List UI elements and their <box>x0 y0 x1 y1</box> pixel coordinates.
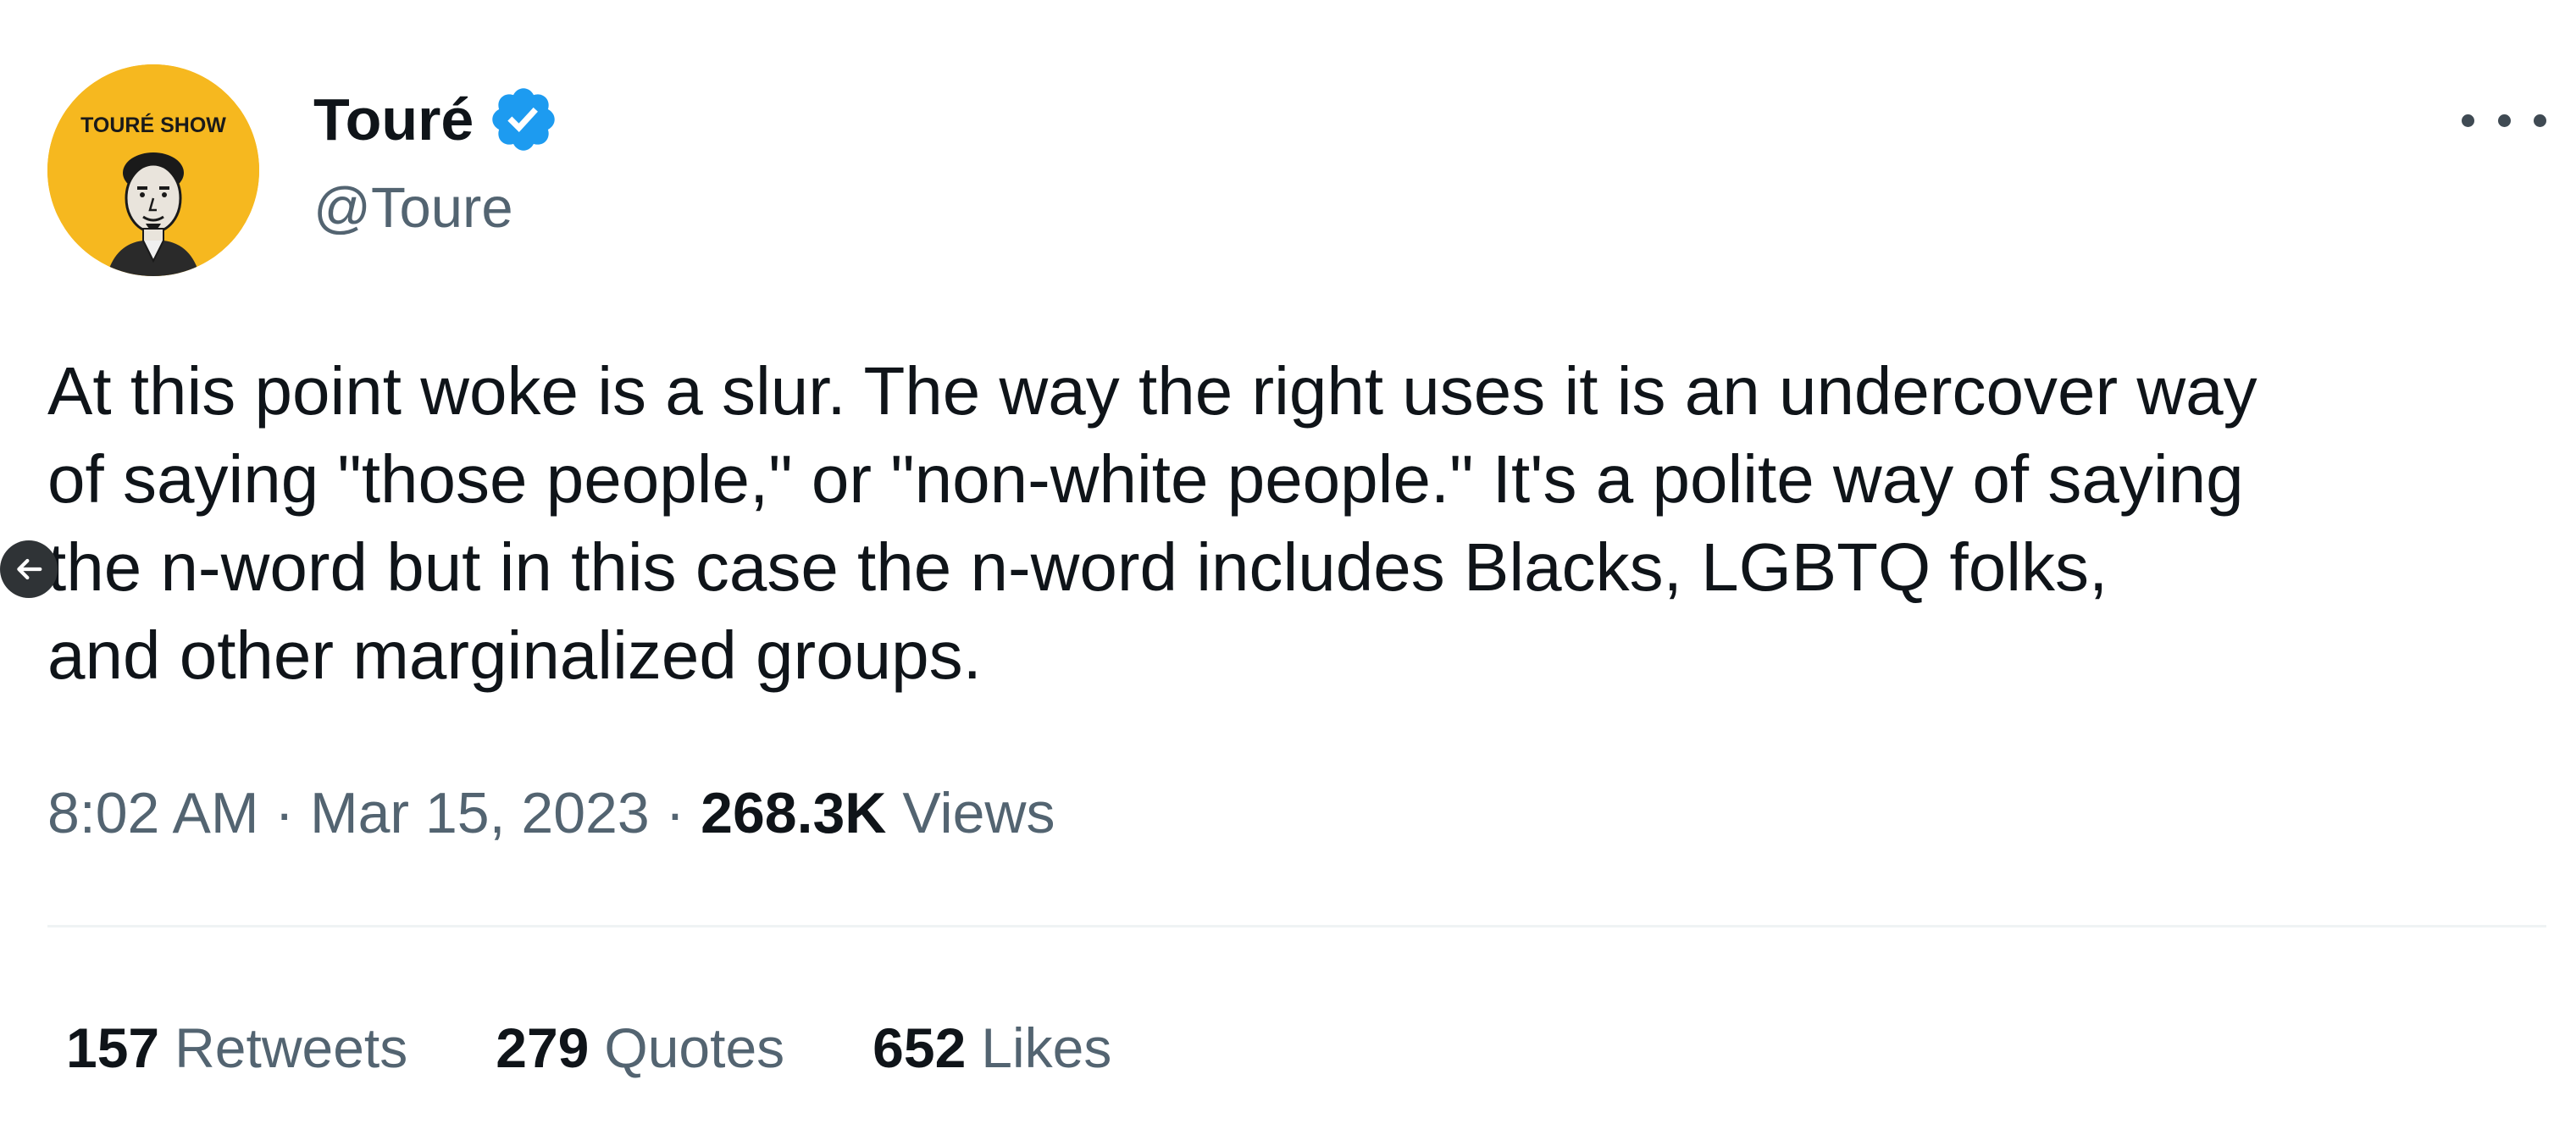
tweet-date[interactable]: Mar 15, 2023 <box>310 781 650 845</box>
author-display-name[interactable]: Touré <box>313 84 474 155</box>
quotes-label: Quotes <box>604 1016 785 1079</box>
more-options-icon[interactable] <box>2462 95 2546 146</box>
divider <box>47 925 2546 927</box>
author-handle[interactable]: @Toure <box>313 174 513 242</box>
tweet-time[interactable]: 8:02 AM <box>47 781 259 845</box>
meta-separator: · <box>665 781 685 845</box>
engagement-stats: 157 Retweets 279 Quotes 652 Likes <box>66 1013 1199 1082</box>
tweet-metadata: 8:02 AM · Mar 15, 2023 · 268.3K Views <box>47 778 1055 849</box>
tweet-card: TOURÉ SHOW Touré @Toure At this point wo… <box>0 0 2576 1135</box>
views-count: 268.3K <box>701 781 887 845</box>
tweet-text-line: At this point woke is a slur. The way th… <box>47 353 2257 429</box>
likes-count: 652 <box>873 1016 967 1079</box>
retweets-label: Retweets <box>175 1016 408 1079</box>
quotes-count: 279 <box>496 1016 590 1079</box>
tweet-text-line: of saying "those people," or "non-white … <box>47 441 2244 517</box>
avatar-caption: TOURÉ SHOW <box>80 113 226 137</box>
likes-label: Likes <box>981 1016 1112 1079</box>
author-display-name-row[interactable]: Touré <box>313 83 560 156</box>
meta-separator: · <box>274 781 295 845</box>
avatar[interactable]: TOURÉ SHOW <box>47 64 259 276</box>
tweet-text-line: and other marginalized groups. <box>47 617 982 693</box>
views-label: Views <box>902 781 1055 845</box>
quotes-stat[interactable]: 279 Quotes <box>496 1013 784 1082</box>
retweets-stat[interactable]: 157 Retweets <box>66 1013 407 1082</box>
verified-badge-icon[interactable] <box>487 83 560 156</box>
retweets-count: 157 <box>66 1016 160 1079</box>
tweet-text: At this point woke is a slur. The way th… <box>47 347 2555 700</box>
avatar-image: TOURÉ SHOW <box>47 64 259 276</box>
tweet-text-line: the n-word but in this case the n-word i… <box>47 529 2108 605</box>
back-arrow-icon[interactable] <box>0 540 58 598</box>
likes-stat[interactable]: 652 Likes <box>873 1013 1111 1082</box>
